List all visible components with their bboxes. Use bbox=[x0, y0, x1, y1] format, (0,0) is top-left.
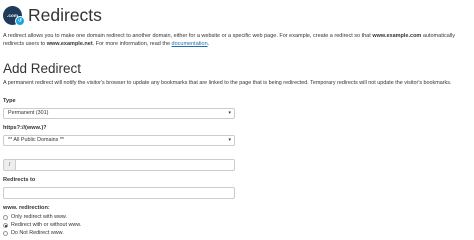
dropdown-caret-icon: ▾ bbox=[228, 110, 231, 116]
type-select-value: Permanent (301) bbox=[8, 110, 49, 116]
radio-with-or-without-www[interactable]: Redirect with or without www. bbox=[3, 222, 81, 229]
radio-button[interactable] bbox=[3, 231, 8, 236]
documentation-link[interactable]: documentation bbox=[172, 41, 208, 47]
domain-label: https?://(www.)? bbox=[3, 125, 47, 131]
intro-text-part: A redirect allows you to make one domain… bbox=[3, 33, 373, 39]
intro-text-part: . For more information, read the bbox=[92, 41, 172, 47]
radio-button[interactable] bbox=[3, 215, 8, 220]
dropdown-caret-icon: ▾ bbox=[228, 137, 231, 143]
domain-select-value: ** All Public Domains ** bbox=[8, 137, 65, 143]
page-title: Redirects bbox=[28, 5, 102, 25]
redirect-arrow-icon: ↺ bbox=[15, 15, 25, 26]
add-redirect-title: Add Redirect bbox=[3, 61, 82, 76]
redirects-to-label: Redirects to bbox=[3, 177, 36, 183]
radio-label: Only redirect with www. bbox=[11, 214, 68, 220]
radio-button-selected[interactable] bbox=[3, 223, 8, 228]
example-domain-to: www.example.net bbox=[46, 41, 93, 47]
radio-label: Do Not Redirect www. bbox=[11, 230, 64, 236]
intro-text: A redirect allows you to make one domain… bbox=[3, 32, 471, 48]
type-label: Type bbox=[3, 98, 16, 104]
path-input[interactable] bbox=[15, 159, 235, 171]
example-domain-from: www.example.com bbox=[372, 33, 422, 39]
redirects-to-input[interactable] bbox=[3, 187, 235, 199]
www-redirection-label: www. redirection: bbox=[3, 205, 50, 211]
radio-do-not-redirect-www[interactable]: Do Not Redirect www. bbox=[3, 230, 64, 237]
intro-text-part: . bbox=[207, 41, 210, 47]
domain-select[interactable]: ** All Public Domains ** ▾ bbox=[3, 135, 235, 146]
path-input-group: / bbox=[3, 159, 235, 171]
redirects-logo-icon: .com ↺ bbox=[3, 5, 25, 26]
type-select[interactable]: Permanent (301) ▾ bbox=[3, 108, 235, 119]
radio-label: Redirect with or without www. bbox=[11, 222, 82, 228]
radio-only-with-www[interactable]: Only redirect with www. bbox=[3, 214, 67, 221]
page-header: .com ↺ Redirects bbox=[3, 3, 102, 27]
path-prefix: / bbox=[3, 159, 15, 171]
add-redirect-description: A permanent redirect will notify the vis… bbox=[3, 80, 452, 86]
